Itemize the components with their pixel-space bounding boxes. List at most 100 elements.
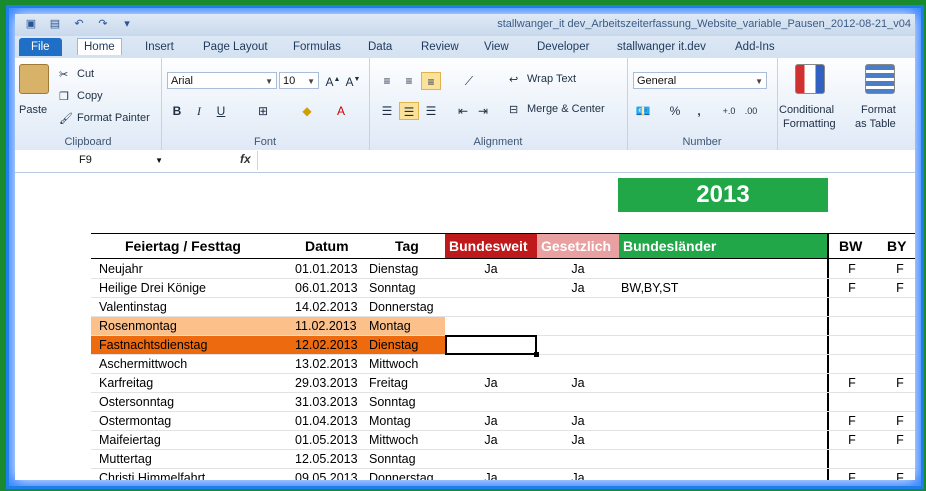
tab-developer[interactable]: Developer <box>531 39 595 55</box>
cell-bw[interactable]: F <box>829 469 875 480</box>
font-size-select[interactable]: 10 ▼ <box>279 72 319 89</box>
cell-name[interactable]: Aschermittwoch <box>99 355 187 374</box>
align-middle-icon[interactable]: ≡ <box>399 72 419 90</box>
cell-day[interactable]: Sonntag <box>369 393 416 412</box>
cell-name[interactable]: Rosenmontag <box>99 317 177 336</box>
cell-bw[interactable] <box>829 450 875 469</box>
wrap-text-button[interactable]: Wrap Text <box>527 73 576 85</box>
cell-day[interactable]: Dienstag <box>369 336 418 355</box>
paste-icon[interactable] <box>19 64 49 94</box>
cell-legal[interactable]: Ja <box>537 431 619 450</box>
cell-legal[interactable] <box>537 336 619 355</box>
cell-nationwide[interactable] <box>445 393 537 412</box>
cell-legal[interactable] <box>537 298 619 317</box>
cell-legal[interactable]: Ja <box>537 374 619 393</box>
align-top-icon[interactable]: ≡ <box>377 72 397 90</box>
conditional-formatting-icon[interactable] <box>795 64 825 94</box>
cell-date[interactable]: 01.05.2013 <box>295 431 358 450</box>
cell-nationwide[interactable]: Ja <box>445 412 537 431</box>
worksheet-grid[interactable]: 2013 Feiertag / Festtag Datum Tag Bundes… <box>15 173 915 480</box>
conditional-formatting-label2[interactable]: Formatting <box>783 118 836 130</box>
increase-indent-icon[interactable]: ⇥ <box>473 102 493 120</box>
name-box[interactable]: F9 ▼ <box>17 152 167 169</box>
cell-date[interactable]: 14.02.2013 <box>295 298 358 317</box>
cell-bw[interactable]: F <box>829 374 875 393</box>
tab-view[interactable]: View <box>478 39 515 55</box>
cell-day[interactable]: Freitag <box>369 374 408 393</box>
excel-icon[interactable]: ▣ <box>23 17 39 31</box>
number-format-select[interactable]: General ▼ <box>633 72 767 89</box>
cell-states[interactable]: BW,BY,ST <box>621 279 678 298</box>
cell-day[interactable]: Sonntag <box>369 450 416 469</box>
table-row[interactable]: Karfreitag 29.03.2013 Freitag Ja Ja F F <box>15 374 915 393</box>
cell-name[interactable]: Valentinstag <box>99 298 167 317</box>
tab-review[interactable]: Review <box>415 39 465 55</box>
cell-by[interactable]: F <box>877 374 915 393</box>
cell-day[interactable]: Montag <box>369 412 411 431</box>
cell-bw[interactable] <box>829 393 875 412</box>
bold-button[interactable]: B <box>167 102 187 120</box>
cell-by[interactable] <box>877 450 915 469</box>
cell-day[interactable]: Donnerstag <box>369 298 434 317</box>
cell-bw[interactable]: F <box>829 279 875 298</box>
table-row[interactable]: Ostermontag 01.04.2013 Montag Ja Ja F F <box>15 412 915 431</box>
cell-date[interactable]: 12.05.2013 <box>295 450 358 469</box>
format-painter-button[interactable]: Format Painter <box>77 112 150 124</box>
cell-bw[interactable] <box>829 298 875 317</box>
format-as-table-icon[interactable] <box>865 64 895 94</box>
cell-name[interactable]: Maifeiertag <box>99 431 161 450</box>
decrease-indent-icon[interactable]: ⇤ <box>453 102 473 120</box>
cell-nationwide[interactable] <box>445 450 537 469</box>
cell-nationwide[interactable]: Ja <box>445 260 537 279</box>
percent-button[interactable]: % <box>665 102 685 120</box>
cell-name[interactable]: Fastnachtsdienstag <box>99 336 207 355</box>
table-row[interactable]: Rosenmontag 11.02.2013 Montag <box>15 317 915 336</box>
cell-day[interactable]: Mittwoch <box>369 355 418 374</box>
cell-day[interactable]: Mittwoch <box>369 431 418 450</box>
cell-date[interactable]: 31.03.2013 <box>295 393 358 412</box>
cell-legal[interactable] <box>537 355 619 374</box>
table-row[interactable]: Heilige Drei Könige 06.01.2013 Sonntag Ja BW… <box>15 279 915 298</box>
cell-by[interactable] <box>877 317 915 336</box>
format-as-table-label[interactable]: Format <box>861 104 896 116</box>
cut-button[interactable]: Cut <box>77 68 94 80</box>
cell-date[interactable]: 29.03.2013 <box>295 374 358 393</box>
italic-button[interactable]: I <box>189 102 209 120</box>
align-right-icon[interactable]: ☰ <box>421 102 441 120</box>
cell-legal[interactable]: Ja <box>537 412 619 431</box>
borders-icon[interactable]: ⊞ <box>253 102 273 120</box>
cut-icon[interactable]: ✂ <box>59 68 68 81</box>
cell-day[interactable]: Dienstag <box>369 260 418 279</box>
cell-by[interactable]: F <box>877 431 915 450</box>
cell-legal[interactable]: Ja <box>537 279 619 298</box>
formula-input[interactable] <box>257 151 915 170</box>
customize-icon[interactable]: ▾ <box>119 17 135 31</box>
table-row[interactable]: Christi Himmelfahrt 09.05.2013 Donnerstag J… <box>15 469 915 480</box>
cell-legal[interactable] <box>537 317 619 336</box>
align-bottom-icon[interactable]: ≡ <box>421 72 441 90</box>
cell-day[interactable]: Montag <box>369 317 411 336</box>
cell-date[interactable]: 11.02.2013 <box>295 317 357 336</box>
cell-bw[interactable] <box>829 355 875 374</box>
selected-cell-f9[interactable] <box>445 335 539 357</box>
copy-button[interactable]: Copy <box>77 90 103 102</box>
redo-icon[interactable]: ↷ <box>95 17 111 31</box>
cell-date[interactable]: 13.02.2013 <box>295 355 358 374</box>
fill-color-icon[interactable]: ◆ <box>297 102 317 120</box>
table-row[interactable]: Maifeiertag 01.05.2013 Mittwoch Ja Ja F F <box>15 431 915 450</box>
cell-bw[interactable] <box>829 317 875 336</box>
table-row[interactable]: Aschermittwoch 13.02.2013 Mittwoch <box>15 355 915 374</box>
cell-nationwide[interactable] <box>445 298 537 317</box>
wrap-text-icon[interactable]: ↩ <box>509 73 518 86</box>
cell-name[interactable]: Ostermontag <box>99 412 171 431</box>
format-painter-icon[interactable]: 🖌 <box>59 112 73 125</box>
paste-button[interactable]: Paste <box>19 104 47 116</box>
table-row[interactable]: Muttertag 12.05.2013 Sonntag <box>15 450 915 469</box>
cell-by[interactable] <box>877 298 915 317</box>
cell-name[interactable]: Neujahr <box>99 260 143 279</box>
decrease-decimal-icon[interactable]: .00 <box>741 102 761 120</box>
tab-file[interactable]: File <box>19 38 62 56</box>
merge-icon[interactable]: ⊟ <box>509 103 518 116</box>
cell-nationwide[interactable]: Ja <box>445 374 537 393</box>
conditional-formatting-label[interactable]: Conditional <box>779 104 834 116</box>
